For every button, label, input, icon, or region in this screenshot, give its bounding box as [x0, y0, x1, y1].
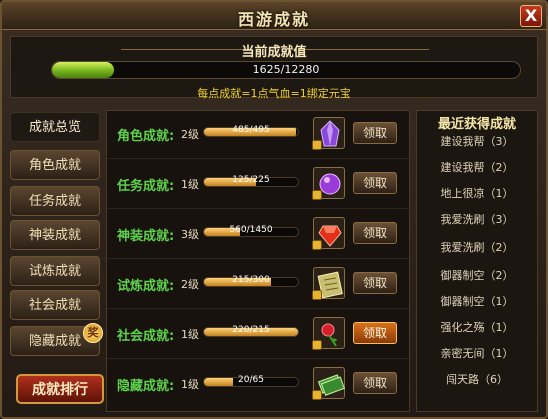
claim-button[interactable]: 领取 — [353, 372, 397, 394]
achievement-name: 隐藏成就: — [117, 379, 175, 394]
purple-gem-icon[interactable] — [312, 167, 345, 200]
achievement-conversion-note: 每点成就=1点气血=1绑定元宝 — [197, 87, 351, 100]
achievement-window: 西游成就 X 当前成就值 1625/12280 每点成就=1点气血=1绑定元宝 … — [0, 0, 548, 419]
scroll-icon[interactable] — [312, 267, 345, 300]
achievement-level: 2级 — [181, 278, 199, 291]
recent-achievements-panel: 最近获得成就 建设我帮（3） 建设我帮（2） 地上很凉（1） 我爱洗刷（3） 我… — [416, 110, 538, 412]
achievement-name: 任务成就: — [117, 179, 175, 194]
recent-achievement-item: 我爱洗刷（3） — [440, 213, 514, 226]
achievement-row-progress: 215/300 — [232, 275, 270, 285]
achievement-level: 1级 — [181, 378, 199, 391]
recent-achievement-item: 我爱洗刷（2） — [440, 241, 514, 254]
achievement-summary: 当前成就值 1625/12280 每点成就=1点气血=1绑定元宝 — [10, 36, 538, 100]
lock-icon — [312, 140, 322, 150]
recent-achievement-item: 御器制空（1） — [440, 295, 514, 308]
claim-button[interactable]: 领取 — [353, 222, 397, 244]
achievement-row-progress: 125/225 — [232, 175, 270, 185]
ranking-button[interactable]: 成就排行 — [16, 374, 104, 404]
recent-achievement-item: 御器制空（2） — [440, 269, 514, 282]
recent-achievements-title: 最近获得成就 — [437, 117, 516, 132]
money-icon[interactable] — [312, 367, 345, 400]
close-button[interactable]: X — [520, 5, 542, 27]
achievement-name: 神装成就: — [117, 229, 175, 244]
lock-icon — [312, 190, 322, 200]
claim-button[interactable]: 领取 — [353, 122, 397, 144]
rose-icon[interactable] — [312, 317, 345, 350]
achievement-level: 1级 — [181, 178, 199, 191]
title-bar: 西游成就 X — [2, 2, 546, 30]
claim-button[interactable]: 领取 — [353, 322, 397, 344]
achievement-name: 社会成就: — [117, 329, 175, 344]
claim-button[interactable]: 领取 — [353, 272, 397, 294]
recent-achievement-item: 亲密无间（1） — [440, 347, 514, 360]
achievement-progress-text: 1625/12280 — [252, 63, 320, 76]
reward-badge-icon: 奖 — [83, 323, 103, 343]
achievement-row: 社会成就: 1级 220/215 领取 — [107, 311, 409, 359]
achievement-level: 3级 — [181, 228, 199, 241]
achievement-name: 角色成就: — [117, 129, 175, 144]
tab-quest[interactable]: 任务成就 — [10, 186, 100, 216]
achievement-row-progress: 560/1450 — [229, 225, 273, 235]
achievement-row-progress: 20/65 — [238, 375, 264, 385]
window-title: 西游成就 — [237, 10, 310, 29]
current-achievement-label: 当前成就值 — [241, 45, 307, 60]
category-nav: 成就总览 角色成就 任务成就 神装成就 试炼成就 社会成就 隐藏成就 奖 成就排… — [10, 112, 104, 412]
recent-achievement-item: 地上很凉（1） — [440, 187, 514, 200]
achievement-row: 神装成就: 3级 560/1450 领取 — [107, 211, 409, 259]
purple-crystal-icon[interactable] — [312, 117, 345, 150]
achievement-row-progress: 485/495 — [232, 125, 270, 135]
achievement-level: 2级 — [181, 128, 199, 141]
lock-icon — [312, 290, 322, 300]
achievement-row: 试炼成就: 2级 215/300 领取 — [107, 261, 409, 309]
red-gem-icon[interactable] — [312, 217, 345, 250]
lock-icon — [312, 390, 322, 400]
tab-role[interactable]: 角色成就 — [10, 150, 100, 180]
tab-hidden[interactable]: 隐藏成就 奖 — [10, 323, 103, 356]
tab-social[interactable]: 社会成就 — [10, 290, 100, 320]
tab-divine-gear[interactable]: 神装成就 — [10, 220, 100, 250]
tab-overview[interactable]: 成就总览 — [10, 112, 100, 142]
achievement-row-progress: 220/215 — [232, 325, 270, 335]
achievement-name: 试炼成就: — [117, 279, 175, 294]
recent-achievement-item: 强化之殇（1） — [440, 321, 514, 334]
lock-icon — [312, 240, 322, 250]
achievement-list: 角色成就: 2级 485/495 领取 任务成就: 1级 125/225 领取 … — [106, 110, 410, 412]
achievement-level: 1级 — [181, 328, 199, 341]
claim-button[interactable]: 领取 — [353, 172, 397, 194]
recent-achievement-item: 建设我帮（3） — [440, 135, 514, 148]
achievement-row: 角色成就: 2级 485/495 领取 — [107, 111, 409, 159]
achievement-row: 任务成就: 1级 125/225 领取 — [107, 161, 409, 209]
tab-hidden-label: 隐藏成就 — [28, 334, 81, 349]
recent-achievement-item: 闯天路（6） — [446, 373, 508, 386]
recent-achievement-item: 建设我帮（2） — [440, 161, 514, 174]
tab-trial[interactable]: 试炼成就 — [10, 256, 100, 286]
lock-icon — [312, 340, 322, 350]
achievement-row: 隐藏成就: 1级 20/65 领取 — [107, 361, 409, 409]
